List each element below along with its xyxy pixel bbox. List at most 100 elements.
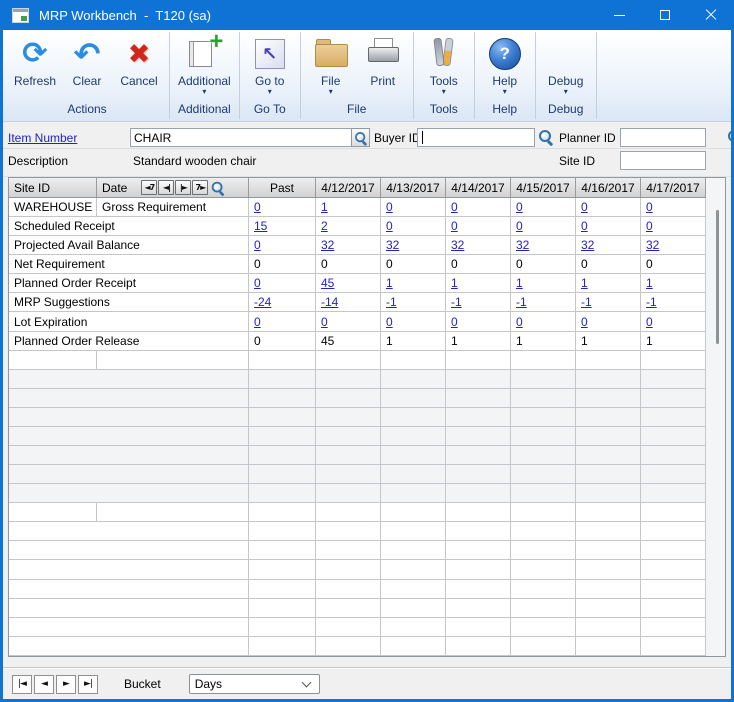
grid-cell-value: 0: [641, 255, 706, 273]
value-link[interactable]: 0: [646, 200, 653, 214]
planner-id-lookup-icon[interactable]: [727, 129, 731, 145]
value-link[interactable]: 0: [646, 219, 653, 233]
value-link[interactable]: -1: [581, 295, 592, 309]
value-link[interactable]: -1: [516, 295, 527, 309]
date-forward-week-button[interactable]: 7►: [192, 180, 208, 195]
value-link[interactable]: 0: [451, 219, 458, 233]
date-lookup-icon[interactable]: [211, 180, 225, 194]
maximize-button[interactable]: [642, 0, 688, 30]
grid-cell-row-label: Gross Requirement: [97, 198, 249, 216]
grid-cell-value: [641, 446, 706, 464]
value-link[interactable]: 32: [646, 238, 659, 252]
value-link[interactable]: 0: [646, 315, 653, 329]
value-link[interactable]: -14: [321, 295, 338, 309]
planner-id-input[interactable]: [620, 128, 706, 147]
grid-cell-row-label: [97, 503, 249, 521]
record-last-button[interactable]: ►|: [78, 675, 98, 694]
value-link[interactable]: 0: [516, 315, 523, 329]
grid-cell-value: [316, 618, 381, 636]
record-first-button[interactable]: |◄: [12, 675, 32, 694]
toolbar-button-cancel[interactable]: Cancel: [114, 33, 164, 88]
value-link[interactable]: 1: [516, 276, 523, 290]
toolbar-button-go-to[interactable]: Go to▾: [245, 33, 295, 96]
value-link[interactable]: 0: [254, 276, 261, 290]
grid-cell-value: 32: [316, 236, 381, 254]
value-link[interactable]: 0: [451, 315, 458, 329]
grid-cell-value: 0: [511, 312, 576, 330]
value-link[interactable]: 0: [386, 315, 393, 329]
site-id-input[interactable]: [620, 151, 706, 170]
date-back-day-button[interactable]: ◄|: [158, 180, 174, 195]
toolbar-button-help[interactable]: Help▾: [480, 33, 530, 96]
value-link[interactable]: -1: [646, 295, 657, 309]
toolbar-button-debug[interactable]: Debug▾: [541, 33, 591, 96]
bucket-dropdown[interactable]: Days: [189, 674, 320, 694]
grid-cell-value: 32: [381, 236, 446, 254]
record-next-button[interactable]: ►: [56, 675, 76, 694]
item-number-input[interactable]: [130, 128, 352, 147]
buyer-id-lookup-icon[interactable]: [538, 129, 554, 145]
toolbar-button-file[interactable]: File▾: [306, 33, 356, 96]
toolbar-button-refresh[interactable]: Refresh: [10, 33, 60, 88]
value-link[interactable]: 0: [254, 315, 261, 329]
record-previous-button[interactable]: ◄: [34, 675, 54, 694]
minimize-button[interactable]: [596, 0, 642, 30]
value-link[interactable]: 15: [254, 219, 267, 233]
value-link[interactable]: 0: [581, 315, 588, 329]
value-link[interactable]: 0: [581, 219, 588, 233]
item-number-label[interactable]: Item Number: [8, 131, 77, 145]
grid-cell-value: [316, 389, 381, 407]
value-link[interactable]: 0: [451, 200, 458, 214]
value-link[interactable]: 1: [646, 276, 653, 290]
value-link[interactable]: 32: [516, 238, 529, 252]
date-forward-day-button[interactable]: |►: [175, 180, 191, 195]
value-link[interactable]: 1: [386, 276, 393, 290]
grid-cell-value: [511, 427, 576, 445]
value-link[interactable]: 32: [386, 238, 399, 252]
value-link[interactable]: 1: [451, 276, 458, 290]
value-link[interactable]: 1: [321, 200, 328, 214]
close-button[interactable]: [688, 0, 734, 30]
grid-row-empty: [9, 541, 706, 560]
value-link[interactable]: 0: [386, 200, 393, 214]
grid-cell-value: 0: [576, 198, 641, 216]
grid-cell-value: [511, 408, 576, 426]
grid-cell-value: 1: [316, 198, 381, 216]
toolbar-group-buttons: Additional▾: [175, 33, 234, 96]
item-number-lookup-button[interactable]: [351, 128, 370, 147]
buyer-id-input[interactable]: [417, 128, 535, 147]
grid-cell-value: [576, 427, 641, 445]
value-link[interactable]: 0: [254, 238, 261, 252]
value-link[interactable]: 0: [581, 200, 588, 214]
toolbar-group-buttons: Tools▾: [419, 33, 469, 96]
value-link[interactable]: 32: [321, 238, 334, 252]
grid-cell-value: [249, 503, 316, 521]
value-link[interactable]: 0: [516, 219, 523, 233]
value-link[interactable]: 2: [321, 219, 328, 233]
value-link[interactable]: 0: [386, 219, 393, 233]
toolbar-button-additional[interactable]: Additional▾: [175, 33, 234, 96]
value-link[interactable]: 32: [451, 238, 464, 252]
value-link[interactable]: 45: [321, 276, 334, 290]
toolbar-button-print[interactable]: Print: [358, 33, 408, 96]
value-link[interactable]: 1: [581, 276, 588, 290]
bucket-value: Days: [195, 677, 222, 691]
grid-scrollbar-track[interactable]: [706, 178, 725, 656]
value-link[interactable]: 0: [516, 200, 523, 214]
value-link[interactable]: 0: [254, 200, 261, 214]
value-link[interactable]: -24: [254, 295, 271, 309]
grid-row: WAREHOUSEGross Requirement0100000: [9, 198, 706, 217]
toolbar-group-file: File▾PrintFile: [301, 30, 413, 121]
grid-cell-value: [316, 484, 381, 502]
value-link[interactable]: 32: [581, 238, 594, 252]
value-link[interactable]: -1: [386, 295, 397, 309]
grid-cell-value: [381, 541, 446, 559]
date-back-week-button[interactable]: ◄7: [141, 180, 157, 195]
toolbar-button-tools[interactable]: Tools▾: [419, 33, 469, 96]
grid-cell-value: 1: [576, 274, 641, 292]
value-link[interactable]: 0: [321, 315, 328, 329]
grid-cell-value: [316, 599, 381, 617]
value-link[interactable]: -1: [451, 295, 462, 309]
grid-scrollbar-thumb[interactable]: [716, 210, 719, 344]
toolbar-button-clear[interactable]: Clear: [62, 33, 112, 88]
